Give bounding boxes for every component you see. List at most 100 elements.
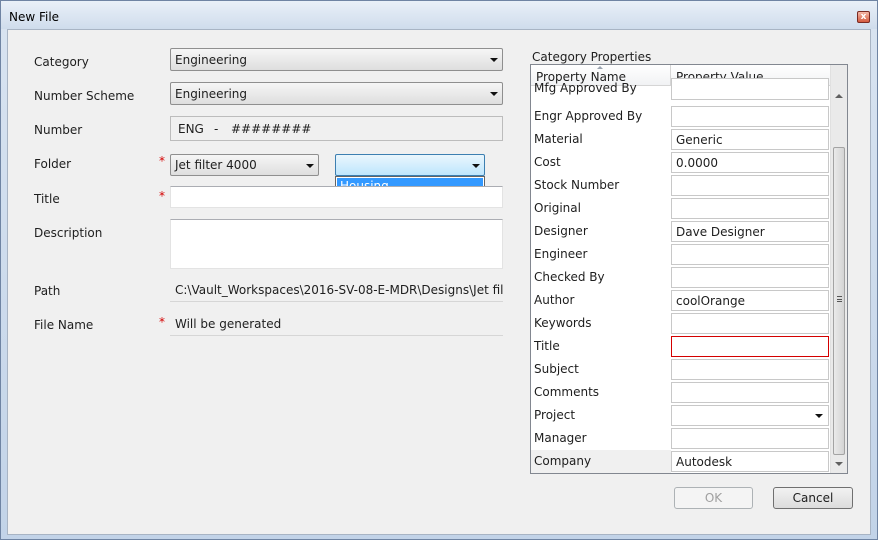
property-value: Autodesk [676, 455, 733, 469]
property-name: Designer [534, 224, 588, 238]
property-value: Dave Designer [676, 225, 765, 239]
description-input[interactable] [170, 219, 503, 269]
property-value-input[interactable]: coolOrange [671, 290, 829, 311]
description-label: Description [34, 226, 103, 240]
new-file-window: New File x Category Engineering Number S… [0, 0, 878, 540]
property-value-input[interactable] [671, 198, 829, 219]
number-separator: - [214, 122, 219, 136]
chevron-down-icon [490, 58, 498, 62]
property-row[interactable]: Project [531, 404, 830, 427]
title-required-mark: * [159, 189, 165, 203]
number-field: ENG - ######## [170, 116, 503, 141]
file-name-value: Will be generated [175, 317, 282, 331]
property-name: Original [534, 201, 581, 215]
number-label: Number [34, 123, 83, 137]
property-row[interactable]: Engr Approved By [531, 105, 830, 128]
chevron-down-icon [490, 92, 498, 96]
path-value: C:\Vault_Workspaces\2016-SV-08-E-MDR\Des… [175, 283, 503, 297]
property-name: Checked By [534, 270, 605, 284]
property-row[interactable]: Author coolOrange [531, 289, 830, 312]
folder-value: Jet filter 4000 [175, 158, 257, 172]
title-bar: New File x [1, 1, 877, 29]
property-row[interactable]: Engineer [531, 243, 830, 266]
property-name: Engr Approved By [534, 109, 643, 123]
property-name: Stock Number [534, 178, 620, 192]
close-icon[interactable]: x [857, 11, 870, 23]
subfolder-select[interactable] [335, 154, 485, 176]
property-value-input[interactable] [671, 313, 829, 334]
grip-icon [837, 296, 842, 302]
title-label: Title [34, 192, 60, 206]
property-row[interactable]: Stock Number [531, 174, 830, 197]
number-scheme-label: Number Scheme [34, 89, 135, 103]
property-row[interactable]: Designer Dave Designer [531, 220, 830, 243]
property-value-input[interactable] [671, 336, 829, 357]
property-name: Company [534, 454, 592, 468]
number-scheme-select[interactable]: Engineering [170, 82, 503, 105]
title-input[interactable] [170, 186, 503, 208]
property-name: Comments [534, 385, 600, 399]
property-name: Subject [534, 362, 579, 376]
folder-label: Folder [34, 157, 72, 171]
file-name-required-mark: * [159, 315, 165, 329]
property-name: Engineer [534, 247, 588, 261]
property-value-input[interactable]: Dave Designer [671, 221, 829, 242]
property-value-input[interactable]: Autodesk [671, 451, 829, 472]
property-value-input[interactable] [671, 175, 829, 196]
property-value-input[interactable] [671, 359, 829, 380]
property-name: Title [534, 339, 560, 353]
cancel-button[interactable]: Cancel [773, 487, 853, 509]
property-name: Project [534, 408, 576, 422]
path-field: C:\Vault_Workspaces\2016-SV-08-E-MDR\Des… [170, 278, 503, 302]
property-value-select[interactable] [671, 405, 829, 426]
property-value-input[interactable] [671, 382, 829, 403]
number-mask: ######## [231, 122, 312, 136]
category-label: Category [34, 55, 89, 69]
properties-grid: Property Name Property Value Mfg Approve… [530, 64, 848, 474]
category-properties-title: Category Properties [532, 50, 652, 64]
property-value-input[interactable] [671, 106, 829, 127]
category-value: Engineering [175, 53, 247, 67]
path-label: Path [34, 284, 61, 298]
property-name: Mfg Approved By [534, 81, 637, 95]
property-name: Author [534, 293, 575, 307]
folder-select[interactable]: Jet filter 4000 [170, 154, 319, 176]
property-value: coolOrange [676, 294, 745, 308]
dialog-body: Category Engineering Number Scheme Engin… [7, 29, 871, 535]
file-name-label: File Name [34, 318, 94, 332]
ok-button[interactable]: OK [674, 487, 753, 509]
property-row[interactable]: Original [531, 197, 830, 220]
chevron-down-icon [815, 414, 823, 418]
property-row[interactable]: Comments [531, 381, 830, 404]
property-row[interactable]: Manager [531, 427, 830, 450]
scrollbar-thumb[interactable] [833, 147, 845, 455]
property-name: Keywords [534, 316, 592, 330]
property-value-input[interactable] [671, 428, 829, 449]
scroll-up-icon[interactable] [835, 94, 843, 98]
property-row[interactable]: Keywords [531, 312, 830, 335]
property-row[interactable]: Checked By [531, 266, 830, 289]
property-name: Cost [534, 155, 561, 169]
file-name-field: Will be generated [170, 312, 503, 336]
property-name: Material [534, 132, 583, 146]
property-row[interactable]: Company Autodesk [531, 450, 830, 473]
sort-ascending-icon [597, 66, 603, 69]
property-value: Generic [676, 133, 723, 147]
scroll-down-icon[interactable] [835, 462, 843, 466]
property-row[interactable]: Material Generic [531, 128, 830, 151]
property-row[interactable]: Subject [531, 358, 830, 381]
property-value-input[interactable]: Generic [671, 129, 829, 150]
property-row[interactable]: Mfg Approved By [531, 78, 830, 105]
property-row[interactable]: Cost 0.0000 [531, 151, 830, 174]
property-row[interactable]: Title [531, 335, 830, 358]
property-value-input[interactable] [671, 267, 829, 288]
property-name: Manager [534, 431, 587, 445]
chevron-down-icon [306, 164, 314, 168]
number-scheme-value: Engineering [175, 87, 247, 101]
grid-scrollbar[interactable] [830, 65, 847, 473]
property-value-input[interactable] [671, 78, 829, 100]
folder-required-mark: * [159, 154, 165, 168]
category-select[interactable]: Engineering [170, 48, 503, 71]
property-value-input[interactable]: 0.0000 [671, 152, 829, 173]
property-value-input[interactable] [671, 244, 829, 265]
